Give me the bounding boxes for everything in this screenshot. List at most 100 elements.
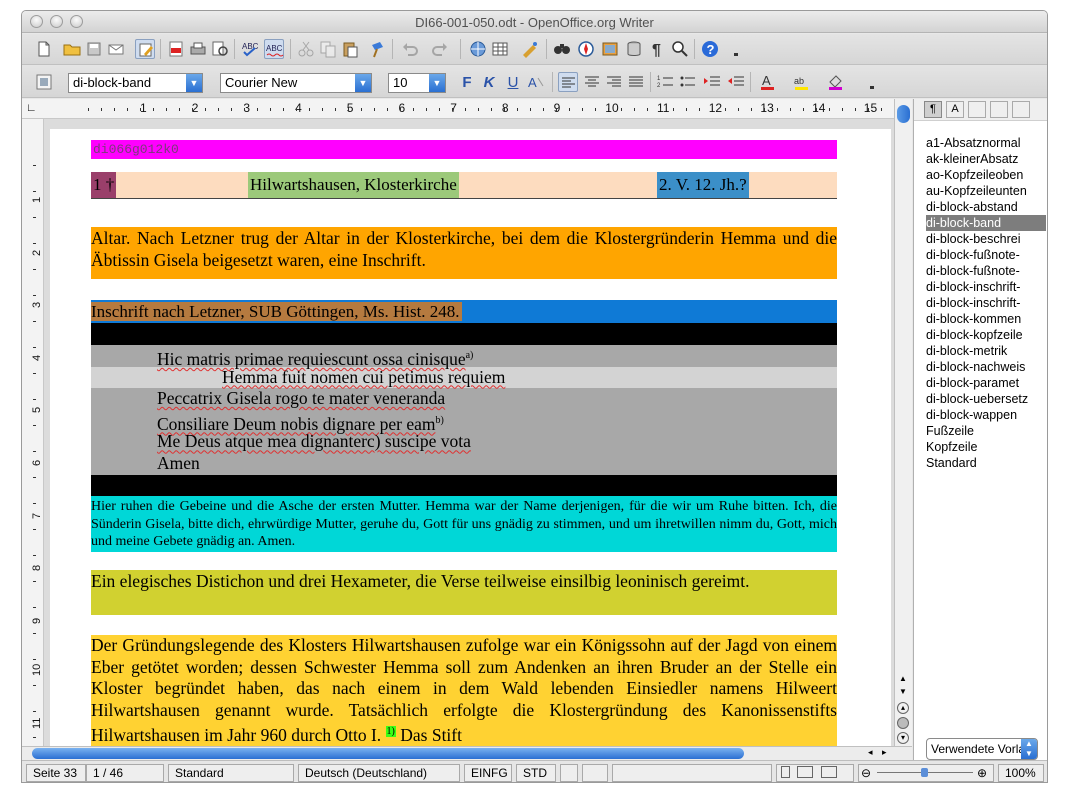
paragraph-style-select[interactable]: di-block-band ▼ xyxy=(68,73,203,93)
two-page-view-icon[interactable] xyxy=(797,766,814,778)
help-icon[interactable]: ? xyxy=(700,39,720,59)
print-icon[interactable] xyxy=(188,39,208,59)
new-document-icon[interactable] xyxy=(34,39,54,59)
navigation-icon[interactable] xyxy=(897,717,909,729)
list-styles-icon[interactable] xyxy=(1012,101,1030,118)
table-icon[interactable] xyxy=(490,39,510,59)
status-page[interactable]: Seite 33 xyxy=(26,764,86,782)
style-list-item[interactable]: di-block-fußnote- xyxy=(926,263,1046,279)
find-replace-icon[interactable] xyxy=(552,39,572,59)
scroll-up-icon[interactable]: ▲ xyxy=(899,674,907,683)
vertical-scrollbar[interactable]: ▲ ▼ ▴ ▾ xyxy=(894,99,912,746)
status-language[interactable]: Deutsch (Deutschland) xyxy=(298,764,460,782)
underline-button[interactable]: U xyxy=(504,74,522,92)
zoom-slider[interactable]: ⊖ ⊕ xyxy=(858,764,994,782)
style-list-item[interactable]: di-block-nachweis xyxy=(926,359,1046,375)
style-list-item[interactable]: di-block-paramet xyxy=(926,375,1046,391)
style-list-item[interactable]: di-block-abstand xyxy=(926,199,1046,215)
toolbar-overflow-icon[interactable] xyxy=(862,72,874,92)
style-list-item[interactable]: di-block-metrik xyxy=(926,343,1046,359)
previous-page-icon[interactable]: ▴ xyxy=(897,702,909,714)
style-list-item[interactable]: di-block-uebersetz xyxy=(926,391,1046,407)
justify-icon[interactable] xyxy=(626,72,646,92)
clone-format-icon[interactable] xyxy=(368,39,388,59)
spellcheck-icon[interactable]: ABC xyxy=(240,39,260,59)
style-list-item[interactable]: Standard xyxy=(926,455,1046,471)
stylist-toggle-icon[interactable] xyxy=(34,72,54,92)
draw-functions-icon[interactable] xyxy=(520,39,540,59)
document-area[interactable]: di066g012k0 1 † Hilwartshausen, Klosterk… xyxy=(44,119,894,746)
autospellcheck-icon[interactable]: ABC xyxy=(264,39,284,59)
style-list-item[interactable]: di-block-kommen xyxy=(926,311,1046,327)
edit-mode-icon[interactable] xyxy=(135,39,155,59)
bullets-icon[interactable] xyxy=(678,72,698,92)
horizontal-ruler[interactable]: ∟ 123456789101112131415 xyxy=(22,99,894,119)
scroll-down-icon[interactable]: ▼ xyxy=(899,687,907,696)
nonprinting-characters-icon[interactable]: ¶ xyxy=(648,39,668,59)
open-folder-icon[interactable] xyxy=(62,39,82,59)
vertical-scroll-thumb[interactable] xyxy=(897,105,910,123)
style-list-item[interactable]: di-block-inschrift- xyxy=(926,279,1046,295)
highlight-icon[interactable]: ab xyxy=(792,72,812,92)
zoom-in-icon[interactable]: ⊕ xyxy=(977,765,987,781)
email-icon[interactable] xyxy=(106,39,126,59)
view-layout-buttons[interactable] xyxy=(776,764,854,782)
font-size-select[interactable]: 10 ▼ xyxy=(388,73,446,93)
scroll-right-icon[interactable]: ▸ xyxy=(882,747,887,758)
style-list-item[interactable]: di-block-kopfzeile xyxy=(926,327,1046,343)
font-name-select[interactable]: Courier New ▼ xyxy=(220,73,372,93)
style-list-item[interactable]: di-block-beschrei xyxy=(926,231,1046,247)
status-insert-mode[interactable]: EINFG xyxy=(464,764,512,782)
style-list-item[interactable]: a1-Absatznormal xyxy=(926,135,1046,151)
style-list-item[interactable]: di-block-inschrift- xyxy=(926,295,1046,311)
style-list-item[interactable]: Kopfzeile xyxy=(926,439,1046,455)
page-preview-icon[interactable] xyxy=(210,39,230,59)
background-color-icon[interactable] xyxy=(826,72,846,92)
zoom-icon[interactable] xyxy=(670,39,690,59)
page-styles-icon[interactable] xyxy=(990,101,1008,118)
status-zoom[interactable]: 100% xyxy=(998,764,1044,782)
single-page-view-icon[interactable] xyxy=(781,766,790,778)
style-list-item[interactable]: Fußzeile xyxy=(926,423,1046,439)
gallery-icon[interactable] xyxy=(600,39,620,59)
undo-icon[interactable] xyxy=(400,39,420,59)
zoom-out-icon[interactable]: ⊖ xyxy=(861,765,871,781)
style-filter-select[interactable]: Verwendete Vorlagen ▲ ▼ xyxy=(926,738,1038,760)
horizontal-scroll-thumb[interactable] xyxy=(32,748,744,759)
horizontal-scrollbar[interactable]: ◂ ▸ xyxy=(22,746,912,760)
document-page[interactable]: di066g012k0 1 † Hilwartshausen, Klosterk… xyxy=(50,129,891,746)
tab-stop-type-icon[interactable]: ∟ xyxy=(26,102,37,114)
book-view-icon[interactable] xyxy=(820,766,837,778)
align-left-icon[interactable] xyxy=(558,72,578,92)
footnote-mark[interactable]: 1) xyxy=(385,726,396,738)
toolbar-overflow-icon[interactable] xyxy=(726,39,738,59)
font-color-icon[interactable]: A xyxy=(758,72,778,92)
style-list-item[interactable]: ao-Kopfzeileoben xyxy=(926,167,1046,183)
status-selection-mode[interactable]: STD xyxy=(516,764,556,782)
style-list-item[interactable]: ak-kleinerAbsatz xyxy=(926,151,1046,167)
decrease-indent-icon[interactable] xyxy=(702,72,722,92)
increase-indent-icon[interactable] xyxy=(726,72,746,92)
numbering-icon[interactable]: 12 xyxy=(656,72,676,92)
style-list-item[interactable]: di-block-fußnote- xyxy=(926,247,1046,263)
hyperlink-icon[interactable] xyxy=(468,39,488,59)
next-page-icon[interactable]: ▾ xyxy=(897,732,909,744)
align-right-icon[interactable] xyxy=(604,72,624,92)
bold-button[interactable]: F xyxy=(458,74,476,92)
cut-icon[interactable] xyxy=(296,39,316,59)
scroll-left-icon[interactable]: ◂ xyxy=(868,747,873,758)
navigator-icon[interactable] xyxy=(576,39,596,59)
frame-styles-icon[interactable] xyxy=(968,101,986,118)
status-page-style[interactable]: Standard xyxy=(168,764,294,782)
italic-button[interactable]: K xyxy=(480,74,498,92)
align-center-icon[interactable] xyxy=(582,72,602,92)
style-list-item[interactable]: di-block-wappen xyxy=(926,407,1046,423)
paste-icon[interactable] xyxy=(340,39,360,59)
style-list-item[interactable]: di-block-band xyxy=(926,215,1046,231)
zoom-slider-handle[interactable] xyxy=(921,768,928,777)
character-styles-icon[interactable]: A xyxy=(946,101,964,118)
copy-icon[interactable] xyxy=(318,39,338,59)
data-sources-icon[interactable] xyxy=(624,39,644,59)
save-icon[interactable] xyxy=(84,39,104,59)
export-pdf-icon[interactable] xyxy=(166,39,186,59)
